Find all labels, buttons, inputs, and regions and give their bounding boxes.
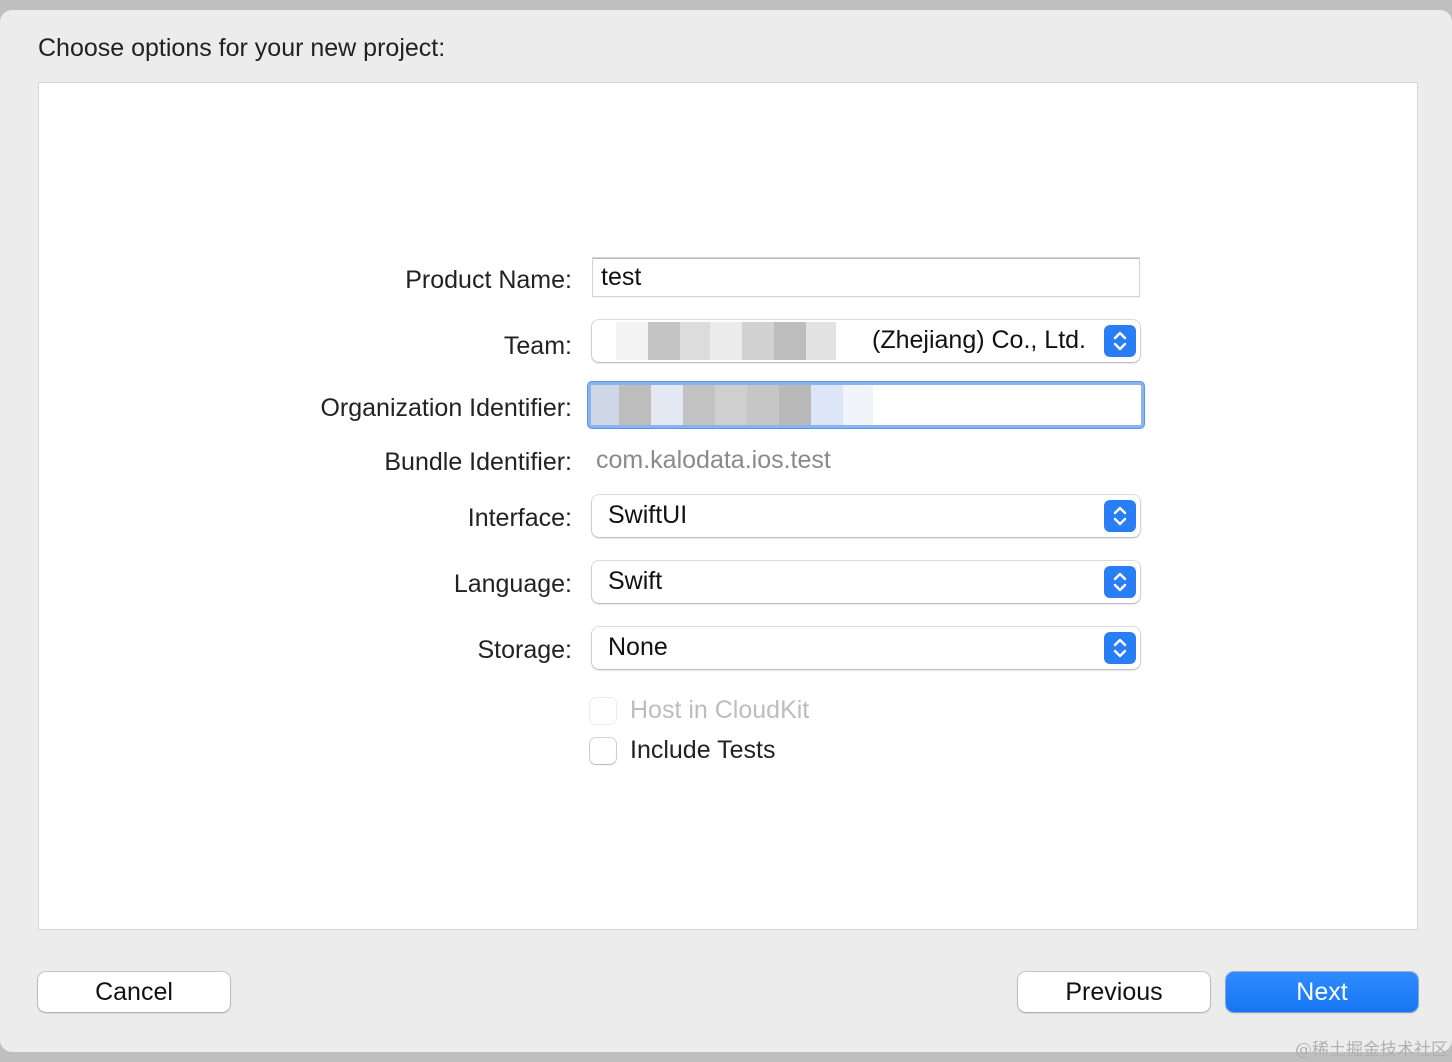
include-tests-label[interactable]: Include Tests — [630, 736, 775, 765]
include-tests-checkbox[interactable] — [590, 737, 616, 764]
watermark: @稀土掘金技术社区 — [1295, 1040, 1448, 1060]
interface-popup[interactable]: SwiftUI — [592, 495, 1140, 537]
team-popup[interactable]: (Zhejiang) Co., Ltd. — [592, 320, 1140, 362]
organization-identifier-label: Organization Identifier: — [320, 394, 572, 422]
storage-label: Storage: — [477, 636, 572, 664]
include-tests-row[interactable]: Include Tests — [590, 736, 775, 765]
product-name-field[interactable]: test — [592, 257, 1140, 297]
interface-label: Interface: — [467, 504, 572, 532]
product-name-label: Product Name: — [405, 266, 572, 294]
new-project-options-sheet: Choose options for your new project: Pro… — [0, 10, 1452, 1052]
language-popup[interactable]: Swift — [592, 561, 1140, 603]
language-label: Language: — [453, 570, 572, 598]
cancel-button[interactable]: Cancel — [38, 972, 230, 1012]
storage-stepper-icon — [1104, 632, 1136, 664]
interface-value: SwiftUI — [608, 501, 688, 529]
organization-identifier-field[interactable] — [588, 382, 1144, 428]
host-in-cloudkit-checkbox — [590, 697, 616, 724]
language-stepper-icon — [1104, 566, 1136, 598]
previous-button[interactable]: Previous — [1018, 972, 1210, 1012]
storage-popup[interactable]: None — [592, 627, 1140, 669]
team-label: Team: — [503, 332, 572, 360]
host-in-cloudkit-label: Host in CloudKit — [630, 696, 810, 724]
host-in-cloudkit-row: Host in CloudKit — [590, 696, 809, 725]
interface-stepper-icon — [1104, 500, 1136, 532]
dialog-title: Choose options for your new project: — [38, 34, 446, 62]
team-value: (Zhejiang) Co., Ltd. — [872, 326, 1086, 354]
storage-value: None — [608, 633, 668, 661]
redacted-team-name — [616, 322, 868, 360]
team-stepper-icon — [1104, 325, 1136, 357]
next-button[interactable]: Next — [1226, 972, 1418, 1012]
language-value: Swift — [608, 567, 663, 595]
redacted-organization-identifier — [591, 385, 873, 425]
bundle-identifier-label: Bundle Identifier: — [384, 448, 572, 476]
bundle-identifier-value: com.kalodata.ios.test — [596, 446, 831, 474]
